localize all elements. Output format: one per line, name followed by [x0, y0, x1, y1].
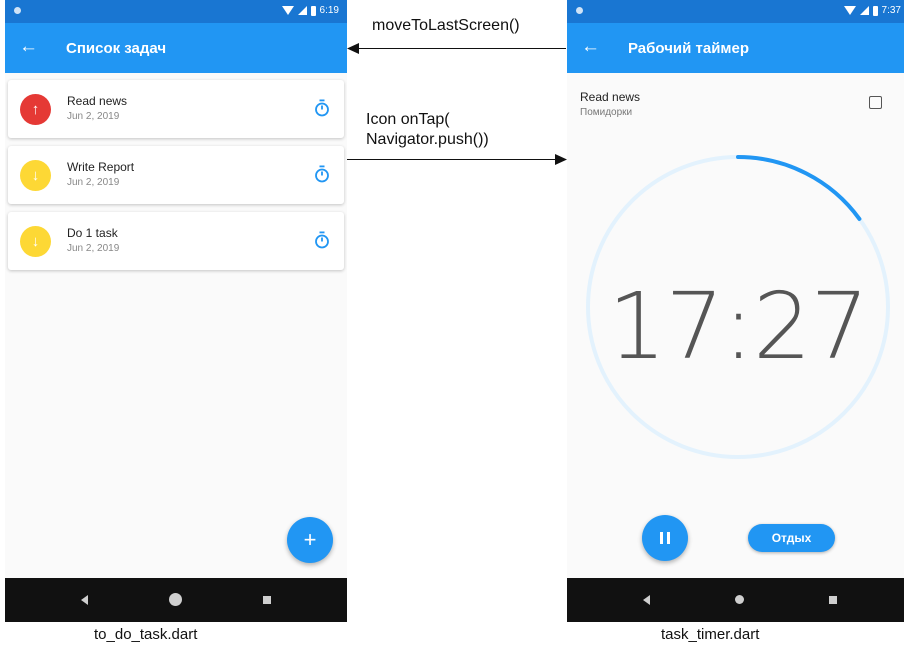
task-card-do-1-task[interactable]: ↓ Do 1 task Jun 2, 2019	[8, 212, 344, 270]
task-title: Read news	[67, 94, 128, 108]
nav-back-icon[interactable]	[643, 595, 650, 605]
status-bar: 6:19	[5, 0, 347, 23]
task-card-write-report[interactable]: ↓ Write Report Jun 2, 2019	[8, 146, 344, 204]
page-title: Список задач	[66, 40, 167, 57]
status-bar: 7:37	[567, 0, 904, 23]
back-arrow-icon[interactable]: ←	[19, 37, 38, 57]
battery-icon	[872, 5, 878, 16]
left-caption: to_do_task.dart	[94, 626, 198, 643]
back-navigation-label: moveToLastScreen()	[372, 17, 520, 34]
task-title: Write Report	[67, 160, 135, 174]
right-arrowhead-icon	[555, 154, 567, 165]
priority-high-icon: ↑	[20, 94, 51, 125]
priority-low-icon: ↓	[20, 160, 51, 191]
forward-navigation-label-line1: Icon onTap(	[366, 111, 450, 128]
wifi-icon	[843, 6, 856, 15]
nav-back-icon[interactable]	[81, 595, 88, 605]
right-caption: task_timer.dart	[661, 626, 760, 643]
status-icons: 7:37	[843, 5, 901, 16]
timer-task-subtitle: Помидорки	[580, 107, 633, 118]
status-time: 6:19	[319, 5, 339, 16]
task-date: Jun 2, 2019	[67, 177, 120, 188]
forward-navigation-arrow-line	[347, 159, 556, 160]
nav-home-icon[interactable]	[735, 595, 744, 604]
priority-low-icon: ↓	[20, 226, 51, 257]
task-date: Jun 2, 2019	[67, 243, 120, 254]
task-date: Jun 2, 2019	[67, 111, 120, 122]
nav-recents-icon[interactable]	[829, 596, 837, 604]
notification-dot-icon	[576, 7, 583, 14]
nav-home-icon[interactable]	[169, 593, 182, 606]
timer-task-title: Read news	[580, 90, 641, 104]
pause-button[interactable]	[642, 515, 688, 561]
android-nav-bar	[567, 578, 904, 622]
rest-button[interactable]: Отдых	[748, 524, 835, 552]
status-time: 7:37	[881, 5, 901, 16]
add-task-button[interactable]: +	[287, 517, 333, 563]
app-bar: ← Список задач	[5, 23, 347, 73]
timer-countdown: 17:27	[607, 273, 869, 380]
todo-list-screen: 6:19 ← Список задач ↑ Read news Jun 2, 2…	[5, 0, 347, 622]
signal-icon	[859, 6, 869, 15]
stopwatch-icon[interactable]	[314, 231, 330, 249]
forward-navigation-label-line2: Navigator.push())	[366, 131, 489, 148]
battery-icon	[310, 5, 316, 16]
wifi-icon	[281, 6, 294, 15]
task-timer-screen: 7:37 ← Рабочий таймер Read news Помидорк…	[567, 0, 904, 622]
notification-dot-icon	[14, 7, 21, 14]
android-nav-bar	[5, 578, 347, 622]
pause-icon	[667, 532, 670, 544]
page-title: Рабочий таймер	[628, 40, 750, 57]
task-card-read-news[interactable]: ↑ Read news Jun 2, 2019	[8, 80, 344, 138]
back-arrow-icon[interactable]: ←	[581, 37, 600, 57]
stopwatch-icon[interactable]	[314, 165, 330, 183]
task-done-checkbox[interactable]	[869, 96, 882, 109]
signal-icon	[297, 6, 307, 15]
left-arrowhead-icon	[347, 43, 359, 54]
stopwatch-icon[interactable]	[314, 99, 330, 117]
status-icons: 6:19	[281, 5, 339, 16]
app-bar: ← Рабочий таймер	[567, 23, 904, 73]
nav-recents-icon[interactable]	[263, 596, 271, 604]
pause-icon	[660, 532, 663, 544]
back-navigation-arrow-line	[356, 48, 566, 49]
task-title: Do 1 task	[67, 226, 118, 240]
